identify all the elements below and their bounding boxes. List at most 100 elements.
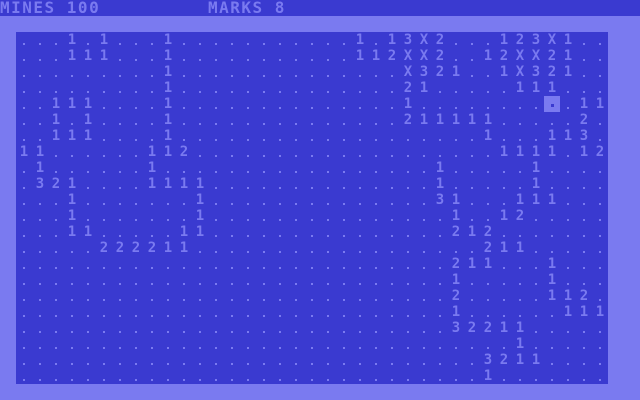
hidden-cell[interactable] — [320, 128, 336, 144]
hidden-cell[interactable] — [592, 192, 608, 208]
revealed-number-cell[interactable]: 2 — [480, 320, 496, 336]
hidden-cell[interactable] — [384, 224, 400, 240]
hidden-cell[interactable] — [320, 48, 336, 64]
hidden-cell[interactable] — [576, 48, 592, 64]
hidden-cell[interactable] — [272, 208, 288, 224]
hidden-cell[interactable] — [32, 192, 48, 208]
hidden-cell[interactable] — [208, 176, 224, 192]
hidden-cell[interactable] — [448, 32, 464, 48]
revealed-number-cell[interactable]: 1 — [80, 112, 96, 128]
hidden-cell[interactable] — [64, 336, 80, 352]
hidden-cell[interactable] — [480, 272, 496, 288]
revealed-number-cell[interactable]: 1 — [160, 48, 176, 64]
hidden-cell[interactable] — [32, 272, 48, 288]
revealed-number-cell[interactable]: 1 — [48, 96, 64, 112]
cursor-cell[interactable] — [544, 96, 560, 112]
hidden-cell[interactable] — [368, 32, 384, 48]
hidden-cell[interactable] — [128, 272, 144, 288]
hidden-cell[interactable] — [128, 176, 144, 192]
revealed-number-cell[interactable]: 1 — [512, 352, 528, 368]
hidden-cell[interactable] — [624, 64, 640, 80]
hidden-cell[interactable] — [80, 272, 96, 288]
hidden-cell[interactable] — [512, 288, 528, 304]
hidden-cell[interactable] — [368, 128, 384, 144]
hidden-cell[interactable] — [288, 240, 304, 256]
hidden-cell[interactable] — [80, 320, 96, 336]
hidden-cell[interactable] — [64, 320, 80, 336]
hidden-cell[interactable] — [96, 128, 112, 144]
hidden-cell[interactable] — [592, 208, 608, 224]
revealed-number-cell[interactable]: 3 — [432, 192, 448, 208]
hidden-cell[interactable] — [560, 240, 576, 256]
hidden-cell[interactable] — [128, 128, 144, 144]
hidden-cell[interactable] — [224, 128, 240, 144]
revealed-number-cell[interactable]: 1 — [160, 112, 176, 128]
hidden-cell[interactable] — [512, 176, 528, 192]
hidden-cell[interactable] — [144, 96, 160, 112]
hidden-cell[interactable] — [16, 368, 32, 384]
hidden-cell[interactable] — [384, 192, 400, 208]
revealed-number-cell[interactable]: 2 — [592, 144, 608, 160]
hidden-cell[interactable] — [608, 288, 624, 304]
hidden-cell[interactable] — [208, 192, 224, 208]
hidden-cell[interactable] — [432, 96, 448, 112]
marked-cell[interactable]: X — [400, 64, 416, 80]
hidden-cell[interactable] — [400, 272, 416, 288]
hidden-cell[interactable] — [48, 272, 64, 288]
revealed-number-cell[interactable]: 1 — [64, 48, 80, 64]
revealed-number-cell[interactable]: 1 — [160, 96, 176, 112]
hidden-cell[interactable] — [256, 256, 272, 272]
hidden-cell[interactable] — [80, 368, 96, 384]
hidden-cell[interactable] — [560, 352, 576, 368]
hidden-cell[interactable] — [480, 336, 496, 352]
hidden-cell[interactable] — [240, 224, 256, 240]
hidden-cell[interactable] — [16, 112, 32, 128]
hidden-cell[interactable] — [192, 96, 208, 112]
hidden-cell[interactable] — [512, 224, 528, 240]
hidden-cell[interactable] — [384, 288, 400, 304]
hidden-cell[interactable] — [544, 208, 560, 224]
hidden-cell[interactable] — [176, 112, 192, 128]
revealed-number-cell[interactable]: 1 — [176, 224, 192, 240]
hidden-cell[interactable] — [160, 336, 176, 352]
revealed-number-cell[interactable]: 1 — [576, 304, 592, 320]
hidden-cell[interactable] — [624, 144, 640, 160]
hidden-cell[interactable] — [304, 352, 320, 368]
hidden-cell[interactable] — [240, 80, 256, 96]
hidden-cell[interactable] — [528, 368, 544, 384]
hidden-cell[interactable] — [272, 160, 288, 176]
hidden-cell[interactable] — [144, 112, 160, 128]
hidden-cell[interactable] — [96, 96, 112, 112]
hidden-cell[interactable] — [400, 224, 416, 240]
hidden-cell[interactable] — [352, 304, 368, 320]
revealed-number-cell[interactable]: 1 — [64, 192, 80, 208]
hidden-cell[interactable] — [272, 352, 288, 368]
hidden-cell[interactable] — [368, 112, 384, 128]
hidden-cell[interactable] — [176, 304, 192, 320]
hidden-cell[interactable] — [112, 208, 128, 224]
hidden-cell[interactable] — [384, 336, 400, 352]
hidden-cell[interactable] — [608, 208, 624, 224]
revealed-number-cell[interactable]: 1 — [448, 304, 464, 320]
hidden-cell[interactable] — [480, 64, 496, 80]
hidden-cell[interactable] — [16, 320, 32, 336]
hidden-cell[interactable] — [608, 272, 624, 288]
marked-cell[interactable]: X — [400, 48, 416, 64]
revealed-number-cell[interactable]: 3 — [480, 352, 496, 368]
hidden-cell[interactable] — [80, 32, 96, 48]
hidden-cell[interactable] — [208, 80, 224, 96]
hidden-cell[interactable] — [96, 192, 112, 208]
hidden-cell[interactable] — [544, 240, 560, 256]
hidden-cell[interactable] — [624, 304, 640, 320]
hidden-cell[interactable] — [144, 272, 160, 288]
hidden-cell[interactable] — [256, 368, 272, 384]
hidden-cell[interactable] — [16, 272, 32, 288]
hidden-cell[interactable] — [256, 32, 272, 48]
revealed-number-cell[interactable]: 1 — [400, 96, 416, 112]
hidden-cell[interactable] — [64, 256, 80, 272]
hidden-cell[interactable] — [224, 144, 240, 160]
hidden-cell[interactable] — [256, 192, 272, 208]
hidden-cell[interactable] — [304, 224, 320, 240]
hidden-cell[interactable] — [336, 32, 352, 48]
hidden-cell[interactable] — [608, 96, 624, 112]
